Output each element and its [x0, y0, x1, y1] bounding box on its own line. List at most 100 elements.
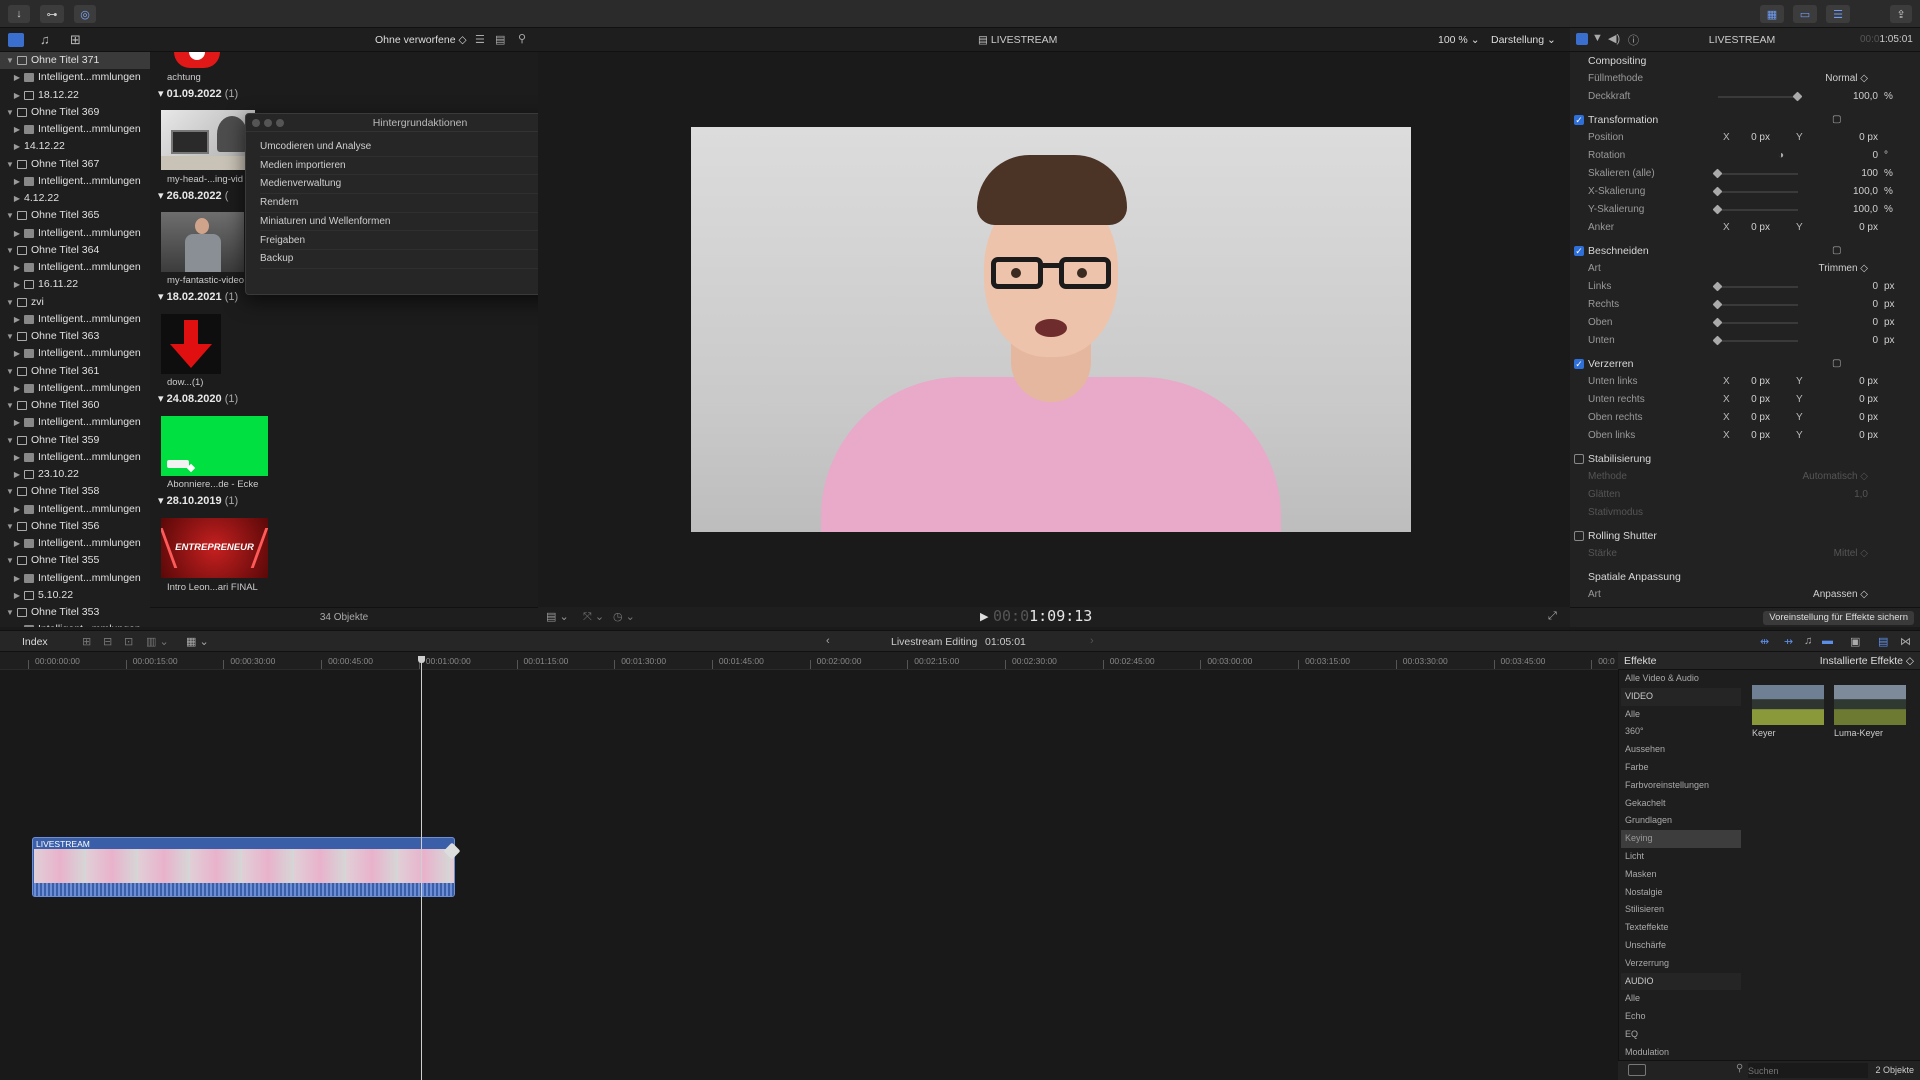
- disclosure-closed-icon[interactable]: ▶: [13, 190, 21, 207]
- index-button[interactable]: Index: [22, 636, 48, 648]
- disclosure-closed-icon[interactable]: ▶: [13, 414, 21, 431]
- disclosure-closed-icon[interactable]: ▶: [13, 501, 21, 518]
- library-item[interactable]: ▶ Intelligent...mmlungen: [0, 311, 150, 328]
- disclosure-open-icon[interactable]: ▼: [6, 483, 14, 500]
- disclosure-closed-icon[interactable]: ▶: [13, 380, 21, 397]
- zoom-dropdown[interactable]: 100 % ⌄: [1438, 34, 1480, 46]
- background-task-row[interactable]: BackupInaktiv: [260, 250, 570, 269]
- disclosure-closed-icon[interactable]: ▶: [13, 87, 21, 104]
- disclosure-closed-icon[interactable]: ▶: [13, 449, 21, 466]
- inspector-value[interactable]: 0: [1872, 281, 1878, 292]
- library-item[interactable]: ▶ Intelligent...mmlungen: [0, 570, 150, 587]
- slider-track[interactable]: [1718, 286, 1798, 288]
- x-value[interactable]: 0 px: [1751, 430, 1770, 441]
- layout-inspector-icon[interactable]: ☰: [1826, 5, 1850, 23]
- effect-category[interactable]: Stilisieren: [1621, 901, 1741, 919]
- headphones-icon[interactable]: ♫: [1804, 635, 1812, 647]
- playhead-handle[interactable]: [418, 656, 425, 663]
- slider-knob[interactable]: [1712, 281, 1723, 292]
- audio-skimming-icon[interactable]: ⇸: [1784, 635, 1793, 648]
- section-checkbox[interactable]: [1574, 531, 1584, 541]
- back-icon[interactable]: ‹: [826, 635, 830, 647]
- library-item[interactable]: ▶ Intelligent...mmlungen: [0, 173, 150, 190]
- library-item[interactable]: ▶ Intelligent...mmlungen: [0, 535, 150, 552]
- inspector-value[interactable]: 100: [1861, 168, 1878, 179]
- inspector-value[interactable]: 0: [1872, 317, 1878, 328]
- effect-category[interactable]: Echo: [1621, 1008, 1741, 1026]
- inspector-value[interactable]: 100,0: [1853, 204, 1878, 215]
- inspector-value[interactable]: 0: [1872, 299, 1878, 310]
- library-event[interactable]: ▼ zvi: [0, 294, 150, 311]
- x-value[interactable]: 0 px: [1751, 222, 1770, 233]
- fullscreen-icon[interactable]: ⤢: [1548, 610, 1557, 623]
- effect-category[interactable]: Verzerrung: [1621, 955, 1741, 973]
- disclosure-open-icon[interactable]: ▼: [6, 432, 14, 449]
- slider-knob[interactable]: [1712, 299, 1723, 310]
- inspector-value[interactable]: 100,0: [1853, 91, 1878, 102]
- forward-icon[interactable]: ›: [1090, 635, 1094, 647]
- library-event[interactable]: ▼ Ohne Titel 353: [0, 604, 150, 621]
- y-value[interactable]: 0 px: [1859, 132, 1878, 143]
- inspector-value[interactable]: Mittel ◇: [1834, 548, 1868, 559]
- disclosure-open-icon[interactable]: ▼: [6, 52, 14, 69]
- clip-green-screen-thumb[interactable]: [161, 416, 268, 476]
- installed-effects-dropdown[interactable]: Installierte Effekte ◇: [1820, 655, 1914, 667]
- library-event[interactable]: ▼ Ohne Titel 371: [0, 52, 150, 70]
- disclosure-open-icon[interactable]: ▼: [6, 294, 14, 311]
- effect-category[interactable]: Texteffekte: [1621, 919, 1741, 937]
- section-checkbox[interactable]: ✓: [1574, 359, 1584, 369]
- disclosure-open-icon[interactable]: ▼: [6, 207, 14, 224]
- onscreen-controls-icon[interactable]: ▢: [1832, 358, 1841, 369]
- effect-category[interactable]: Licht: [1621, 848, 1741, 866]
- share-icon[interactable]: ⇪: [1890, 5, 1912, 23]
- background-task-row[interactable]: Medien importierenInaktiv: [260, 157, 570, 176]
- effect-category[interactable]: Grundlagen: [1621, 812, 1741, 830]
- slider-track[interactable]: [1718, 96, 1798, 98]
- effect-category[interactable]: EQ: [1621, 1026, 1741, 1044]
- play-button[interactable]: ▶: [980, 610, 988, 623]
- disclosure-closed-icon[interactable]: ▶: [13, 466, 21, 483]
- date-group[interactable]: ▾ 18.02.2021 (1): [158, 290, 238, 303]
- disclosure-closed-icon[interactable]: ▶: [13, 259, 21, 276]
- y-value[interactable]: 0 px: [1859, 394, 1878, 405]
- effect-category[interactable]: Modulation: [1621, 1044, 1741, 1062]
- info-inspector-icon[interactable]: ⓘ: [1628, 32, 1639, 48]
- slider-track[interactable]: [1718, 173, 1798, 175]
- slider-track[interactable]: [1718, 209, 1798, 211]
- timeline-clip[interactable]: LIVESTREAM: [32, 837, 455, 897]
- slider-knob[interactable]: [1712, 186, 1723, 197]
- disclosure-open-icon[interactable]: ▼: [6, 552, 14, 569]
- inspector-value[interactable]: Normal ◇: [1825, 73, 1868, 84]
- titles-tab-icon[interactable]: ⊞: [70, 32, 81, 48]
- effect-category[interactable]: VIDEO: [1621, 687, 1741, 706]
- section-checkbox[interactable]: ✓: [1574, 115, 1584, 125]
- library-tab-icon[interactable]: [8, 33, 24, 47]
- video-inspector-icon[interactable]: [1576, 33, 1588, 45]
- disclosure-open-icon[interactable]: ▼: [6, 397, 14, 414]
- clip-appearance-icon[interactable]: ▤: [495, 33, 505, 46]
- slider-knob[interactable]: [1712, 168, 1723, 179]
- filter-dropdown[interactable]: Ohne verworfene ◇: [375, 34, 467, 46]
- background-task-row[interactable]: FreigabenInaktiv: [260, 232, 570, 251]
- section-checkbox[interactable]: [1574, 454, 1584, 464]
- audio-inspector-icon[interactable]: ◀): [1608, 32, 1620, 45]
- slider-track[interactable]: [1718, 322, 1798, 324]
- disclosure-closed-icon[interactable]: ▶: [13, 621, 21, 627]
- photos-tab-icon[interactable]: ♫: [40, 32, 50, 47]
- library-event[interactable]: ▼ Ohne Titel 365: [0, 207, 150, 224]
- keyword-icon[interactable]: ⊶: [40, 5, 64, 23]
- inspector-value[interactable]: 0: [1872, 150, 1878, 161]
- list-view-icon[interactable]: ☰: [475, 33, 485, 46]
- disclosure-closed-icon[interactable]: ▶: [13, 225, 21, 242]
- slider-track[interactable]: [1718, 340, 1798, 342]
- clip-intro-thumb[interactable]: ENTREPRENEUR: [161, 518, 268, 578]
- library-item[interactable]: ▶ 14.12.22: [0, 138, 150, 155]
- timeline-ruler[interactable]: 00:00:00:00 00:00:15:00 00:00:30:00 00:00:4…: [0, 652, 1618, 670]
- library-item[interactable]: ▶ Intelligent...mmlungen: [0, 501, 150, 518]
- disclosure-closed-icon[interactable]: ▶: [13, 173, 21, 190]
- append-clip-icon[interactable]: ⊡: [124, 635, 133, 648]
- disclosure-closed-icon[interactable]: ▶: [13, 121, 21, 138]
- display-dropdown[interactable]: Darstellung ⌄: [1491, 34, 1556, 46]
- library-item[interactable]: ▶ 4.12.22: [0, 190, 150, 207]
- x-value[interactable]: 0 px: [1751, 376, 1770, 387]
